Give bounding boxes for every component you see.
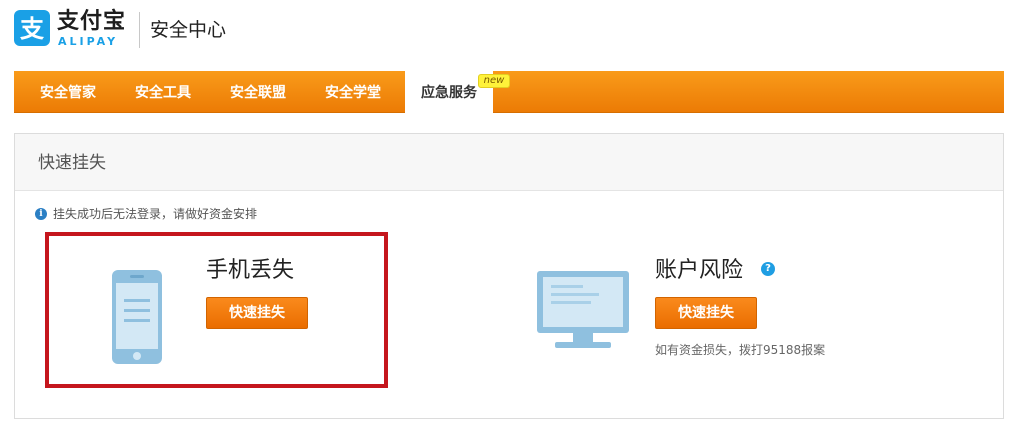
new-badge: new <box>478 74 510 88</box>
panel-header: 快速挂失 <box>15 134 1003 191</box>
notice-text: 挂失成功后无法登录，请做好资金安排 <box>53 207 258 221</box>
quick-report-panel: 快速挂失 i 挂失成功后无法登录，请做好资金安排 手机丢失 快速挂失 账户风险 … <box>14 133 1004 419</box>
nav-item-security-tools[interactable]: 安全工具 <box>119 71 207 113</box>
phone-lost-title: 手机丢失 <box>206 258 295 283</box>
panel-title: 快速挂失 <box>38 153 106 173</box>
account-risk-report-button[interactable]: 快速挂失 <box>655 297 757 329</box>
info-icon: i <box>35 208 47 220</box>
alipay-logo-icon[interactable]: 支 <box>14 10 50 46</box>
nav-item-security-school[interactable]: 安全学堂 <box>309 71 397 113</box>
nav-item-security-butler[interactable]: 安全管家 <box>24 71 112 113</box>
account-risk-title: 账户风险 <box>655 258 744 283</box>
question-icon[interactable]: ? <box>761 262 775 276</box>
header-divider <box>139 12 140 48</box>
nav-item-security-alliance[interactable]: 安全联盟 <box>214 71 302 113</box>
page-title: 安全中心 <box>150 19 227 41</box>
site-header: 支 支付宝 ALIPAY 安全中心 <box>0 0 1020 68</box>
phone-illustration-icon <box>112 270 162 364</box>
account-risk-hint: 如有资金损失，拨打95188报案 <box>655 343 826 357</box>
brand-name[interactable]: 支付宝 <box>57 10 126 34</box>
phone-lost-report-button[interactable]: 快速挂失 <box>206 297 308 329</box>
monitor-illustration-icon <box>537 271 629 348</box>
svg-text:支: 支 <box>20 15 45 43</box>
brand-name-en: ALIPAY <box>58 35 119 48</box>
